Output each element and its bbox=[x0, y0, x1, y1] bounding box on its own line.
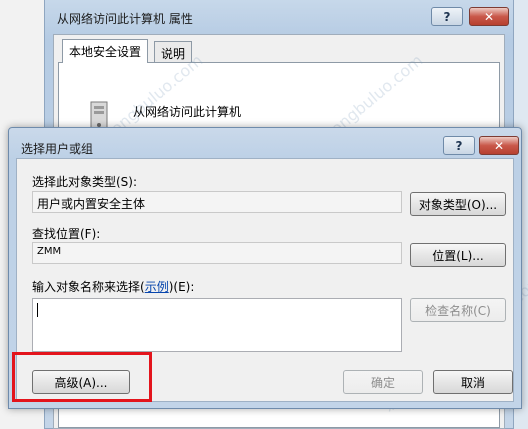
dialog-title: 选择用户或组 bbox=[21, 142, 94, 156]
object-names-input[interactable] bbox=[32, 298, 402, 352]
object-types-button[interactable]: 对象类型(O)... bbox=[410, 192, 506, 216]
locations-button[interactable]: 位置(L)... bbox=[410, 243, 506, 267]
check-names-button[interactable]: 检查名称(C) bbox=[410, 298, 506, 322]
dialog-help-button[interactable]: ? bbox=[443, 136, 475, 155]
dialog-body: 选择此对象类型(S): 用户或内置安全主体 对象类型(O)... 查找位置(F)… bbox=[16, 158, 514, 402]
tab-explain[interactable]: 说明 bbox=[154, 41, 193, 63]
examples-link[interactable]: 示例 bbox=[145, 280, 169, 294]
location-field: ZMM bbox=[32, 242, 402, 264]
dialog-close-button[interactable]: ✕ bbox=[479, 136, 519, 155]
object-type-field: 用户或内置安全主体 bbox=[32, 191, 402, 213]
ok-button[interactable]: 确定 bbox=[343, 370, 423, 394]
cancel-button[interactable]: 取消 bbox=[433, 370, 513, 394]
select-users-dialog: 选择用户或组 ? ✕ 选择此对象类型(S): 用户或内置安全主体 对象类型(O)… bbox=[8, 127, 522, 409]
enter-names-label-suffix: )(E): bbox=[168, 280, 195, 294]
enter-names-label: 输入对象名称来选择(示例)(E): bbox=[32, 278, 194, 295]
properties-help-button[interactable]: ? bbox=[431, 7, 463, 26]
object-type-label: 选择此对象类型(S): bbox=[32, 175, 138, 189]
enter-names-label-prefix: 输入对象名称来选择( bbox=[32, 280, 145, 294]
properties-close-button[interactable]: ✕ bbox=[469, 7, 509, 26]
advanced-button[interactable]: 高级(A)... bbox=[32, 370, 130, 394]
location-label: 查找位置(F): bbox=[32, 227, 101, 241]
policy-name: 从网络访问此计算机 bbox=[133, 105, 242, 119]
properties-window-title: 从网络访问此计算机 属性 bbox=[57, 12, 193, 26]
text-caret bbox=[37, 303, 38, 317]
tab-local-security-setting[interactable]: 本地安全设置 bbox=[62, 39, 149, 63]
